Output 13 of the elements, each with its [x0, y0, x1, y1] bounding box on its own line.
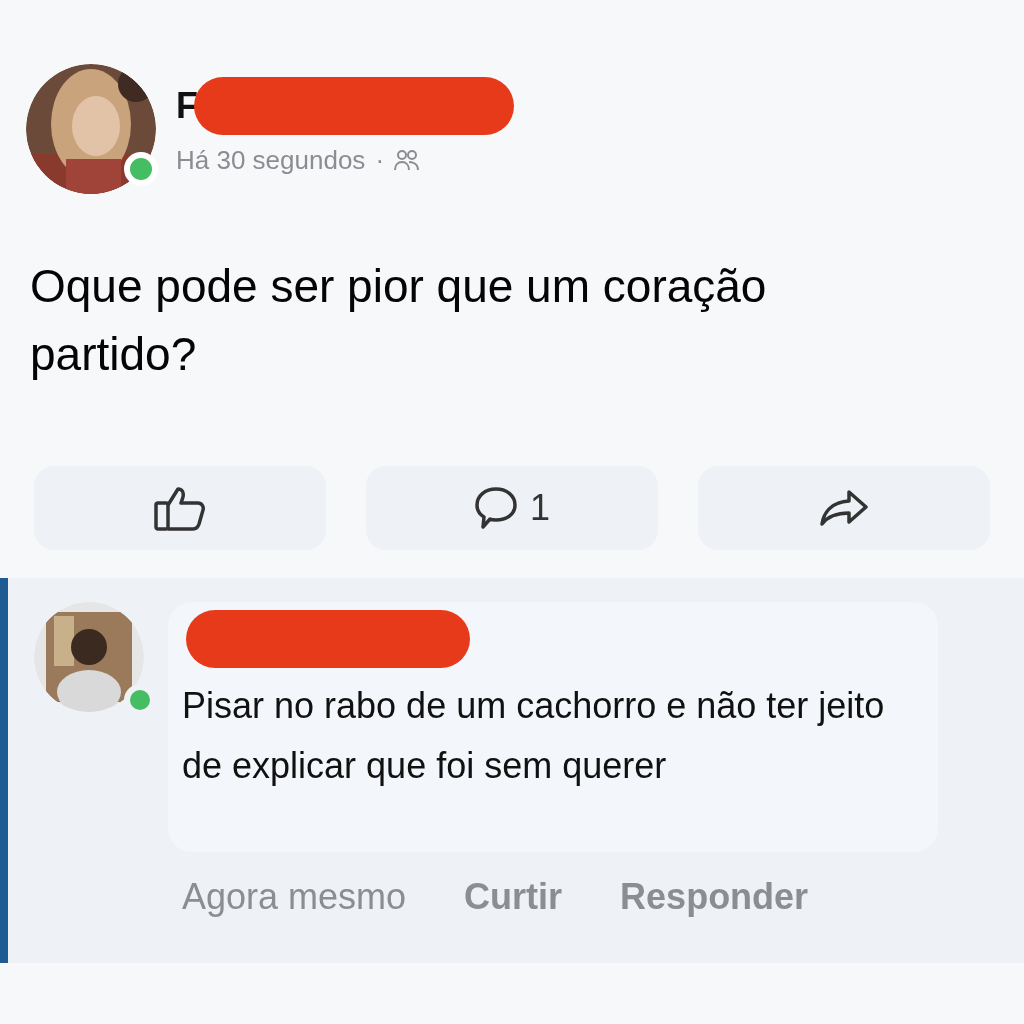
like-button[interactable]	[34, 466, 326, 550]
reply-link[interactable]: Responder	[620, 870, 809, 924]
thumbs-up-icon	[154, 485, 206, 531]
friends-icon	[394, 148, 421, 172]
share-arrow-icon	[819, 489, 869, 527]
comment-button[interactable]: 1	[366, 466, 658, 550]
comment-time[interactable]: Agora mesmo	[182, 870, 407, 924]
post-time[interactable]: Há 30 segundos	[176, 140, 366, 180]
comment-text: Pisar no rabo de um cachorro e não ter jeito de explicar que foi sem querer	[182, 684, 886, 788]
post-text: Oque pode ser pior que um coração partido?	[29, 259, 768, 382]
speech-bubble-icon	[474, 486, 518, 530]
separator-dot: ·	[375, 143, 385, 177]
like-link[interactable]: Curtir	[464, 870, 563, 924]
